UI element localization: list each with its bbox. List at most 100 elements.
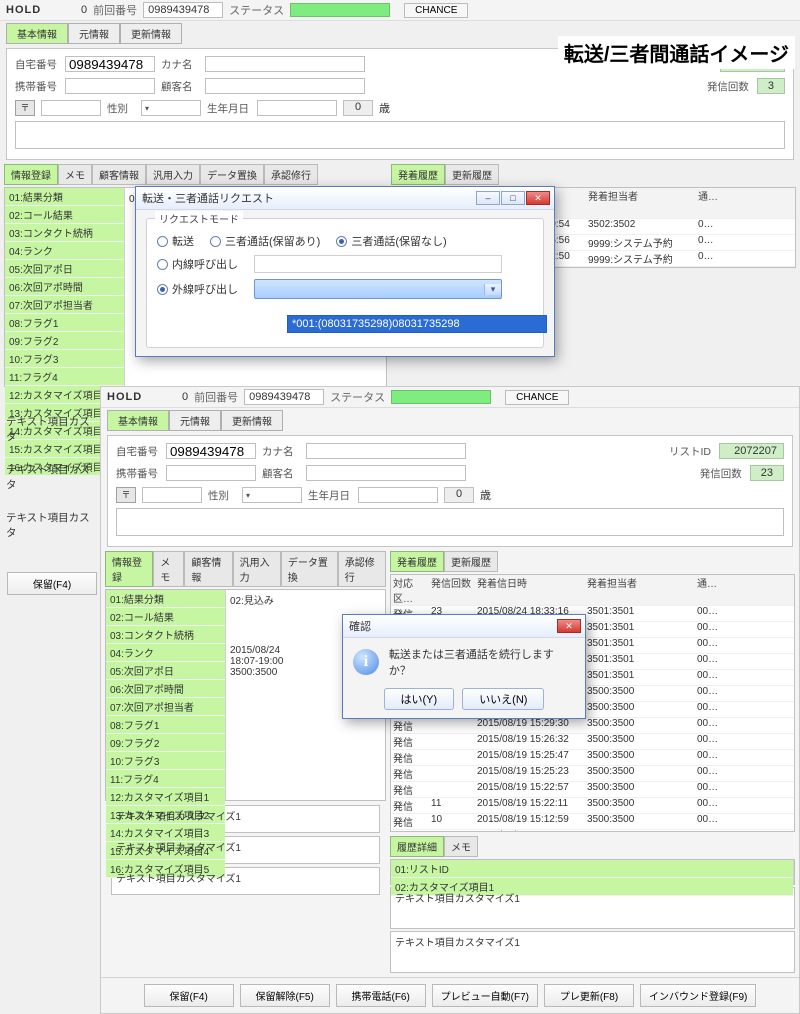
sex-combo[interactable]: [141, 100, 201, 116]
maximize-icon[interactable]: □: [501, 191, 525, 205]
birth-input[interactable]: [358, 487, 438, 503]
foot-preview-update[interactable]: プレ更新(F8): [544, 984, 634, 1007]
hold-button[interactable]: 保留(F4): [7, 572, 97, 595]
birth-input[interactable]: [257, 100, 337, 116]
result-list-item[interactable]: 05:次回アポ日: [5, 260, 124, 278]
confirm-dialog-titlebar[interactable]: 確認 ✕: [343, 615, 585, 638]
sex-combo[interactable]: [242, 487, 302, 503]
result-list-item[interactable]: 01:結果分類: [5, 188, 124, 206]
kana-name-input[interactable]: [306, 443, 466, 459]
yes-button[interactable]: はい(Y): [384, 688, 455, 710]
result-list-item[interactable]: 03:コンタクト続柄: [106, 626, 225, 644]
chance-button[interactable]: CHANCE: [505, 390, 569, 405]
subtab-update-history[interactable]: 更新履歴: [444, 551, 498, 572]
note-input[interactable]: [15, 121, 785, 149]
subtab-approval[interactable]: 承認修行: [338, 551, 386, 587]
subtab-customer-info[interactable]: 顧客情報: [184, 551, 232, 587]
subtab-memo[interactable]: メモ: [58, 164, 92, 185]
customer-name-input[interactable]: [205, 78, 365, 94]
postal-input[interactable]: [41, 100, 101, 116]
external-call-combo[interactable]: [254, 279, 502, 299]
chance-button[interactable]: CHANCE: [404, 3, 468, 18]
tab-update-info[interactable]: 更新情報: [221, 410, 283, 431]
subtab-info-register[interactable]: 情報登録: [105, 551, 153, 587]
result-list-item[interactable]: 10:フラグ3: [5, 350, 124, 368]
tab-original-info[interactable]: 元情報: [68, 23, 120, 44]
result-list-item[interactable]: 04:ランク: [106, 644, 225, 662]
foot-mobile[interactable]: 携帯電話(F6): [336, 984, 426, 1007]
tab-update-info[interactable]: 更新情報: [120, 23, 182, 44]
result-list-item[interactable]: 08:フラグ1: [5, 314, 124, 332]
address-button[interactable]: 〒: [15, 100, 35, 116]
subtab-memo[interactable]: メモ: [153, 551, 184, 587]
minimize-icon[interactable]: –: [476, 191, 500, 205]
tab-original-info[interactable]: 元情報: [169, 410, 221, 431]
subtab-history-detail[interactable]: 履歴詳細: [390, 836, 444, 857]
memo-textarea-2[interactable]: テキスト項目カスタマイズ1: [390, 931, 795, 973]
internal-call-combo[interactable]: [254, 255, 502, 273]
postal-input[interactable]: [142, 487, 202, 503]
subtab-customer-info[interactable]: 顧客情報: [92, 164, 146, 185]
result-list-item[interactable]: 01:結果分類: [106, 590, 225, 608]
result-list-item[interactable]: 11:フラグ4: [106, 770, 225, 788]
result-list-item[interactable]: 12:カスタマイズ項目1: [106, 788, 225, 806]
memo-item-1[interactable]: 01:リストID: [391, 860, 793, 878]
history-row[interactable]: 発信92015/08/19 15:12:343500:350000…: [391, 830, 794, 832]
history-row[interactable]: 発信2015/08/19 15:29:303500:350000…: [391, 718, 794, 734]
transfer-dialog-titlebar[interactable]: 転送・三者通話リクエスト – □ ✕: [136, 187, 554, 210]
radio-three-way-nohold[interactable]: 三者通話(保留なし): [336, 233, 446, 249]
foot-hold[interactable]: 保留(F4): [144, 984, 234, 1007]
foot-preview-auto[interactable]: プレビュー自動(F7): [432, 984, 538, 1007]
radio-transfer[interactable]: 転送: [157, 233, 194, 249]
foot-inbound-register[interactable]: インバウンド登録(F9): [640, 984, 756, 1007]
result-list-item[interactable]: 07:次回アポ担当者: [5, 296, 124, 314]
subtab-update-history[interactable]: 更新履歴: [445, 164, 499, 185]
result-list-item[interactable]: 08:フラグ1: [106, 716, 225, 734]
home-number-input[interactable]: [166, 443, 256, 459]
external-call-option[interactable]: *001:(08031735298)08031735298: [287, 315, 547, 333]
history-row[interactable]: 発信102015/08/19 15:12:593500:350000…: [391, 814, 794, 830]
result-list[interactable]: 01:結果分類02:コール結果03:コンタクト続柄04:ランク05:次回アポ日0…: [5, 188, 125, 386]
result-list-item[interactable]: 09:フラグ2: [5, 332, 124, 350]
result-list-item[interactable]: 03:コンタクト続柄: [5, 224, 124, 242]
close-icon[interactable]: ✕: [526, 191, 550, 205]
history-row[interactable]: 発信112015/08/19 15:22:113500:350000…: [391, 798, 794, 814]
result-list-item[interactable]: 09:フラグ2: [106, 734, 225, 752]
subtab-data-replace[interactable]: データ置換: [200, 164, 264, 185]
subtab-generic-input[interactable]: 汎用入力: [233, 551, 281, 587]
result-list-item[interactable]: 07:次回アポ担当者: [106, 698, 225, 716]
foot-unhold[interactable]: 保留解除(F5): [240, 984, 330, 1007]
result-list-item[interactable]: 05:次回アポ日: [106, 662, 225, 680]
customer-name-input[interactable]: [306, 465, 466, 481]
custom-text-3[interactable]: テキスト項目カスタマイズ1: [111, 867, 380, 895]
subtab-memo2[interactable]: メモ: [444, 836, 478, 857]
address-button[interactable]: 〒: [116, 487, 136, 503]
kana-name-input[interactable]: [205, 56, 365, 72]
result-list-item[interactable]: 02:コール結果: [106, 608, 225, 626]
note-input[interactable]: [116, 508, 784, 536]
subtab-approval[interactable]: 承認修行: [264, 164, 318, 185]
home-number-input[interactable]: [65, 56, 155, 72]
result-list-item[interactable]: 02:コール結果: [5, 206, 124, 224]
result-list-item[interactable]: 04:ランク: [5, 242, 124, 260]
radio-three-way-hold[interactable]: 三者通話(保留あり): [210, 233, 320, 249]
tab-basic-info[interactable]: 基本情報: [6, 23, 68, 44]
history-row[interactable]: 発信2015/08/19 15:25:233500:350000…: [391, 766, 794, 782]
mobile-number-input[interactable]: [65, 78, 155, 94]
history-row[interactable]: 発信2015/08/19 15:26:323500:350000…: [391, 734, 794, 750]
radio-internal-call[interactable]: 内線呼び出し: [157, 256, 238, 272]
result-list[interactable]: 01:結果分類02:コール結果03:コンタクト続柄04:ランク05:次回アポ日 0…: [106, 590, 226, 800]
subtab-generic-input[interactable]: 汎用入力: [146, 164, 200, 185]
result-list-item[interactable]: 10:フラグ3: [106, 752, 225, 770]
radio-external-call[interactable]: 外線呼び出し: [157, 281, 238, 297]
close-icon[interactable]: ✕: [557, 619, 581, 633]
result-list-item[interactable]: 11:フラグ4: [5, 368, 124, 386]
no-button[interactable]: いいえ(N): [462, 688, 544, 710]
tab-basic-info[interactable]: 基本情報: [107, 410, 169, 431]
subtab-call-history[interactable]: 発着履歴: [390, 551, 444, 572]
history-row[interactable]: 発信2015/08/19 15:25:473500:350000…: [391, 750, 794, 766]
subtab-call-history[interactable]: 発着履歴: [391, 164, 445, 185]
subtab-data-replace[interactable]: データ置換: [281, 551, 338, 587]
subtab-info-register[interactable]: 情報登録: [4, 164, 58, 185]
result-list-item[interactable]: 06:次回アポ時間: [5, 278, 124, 296]
